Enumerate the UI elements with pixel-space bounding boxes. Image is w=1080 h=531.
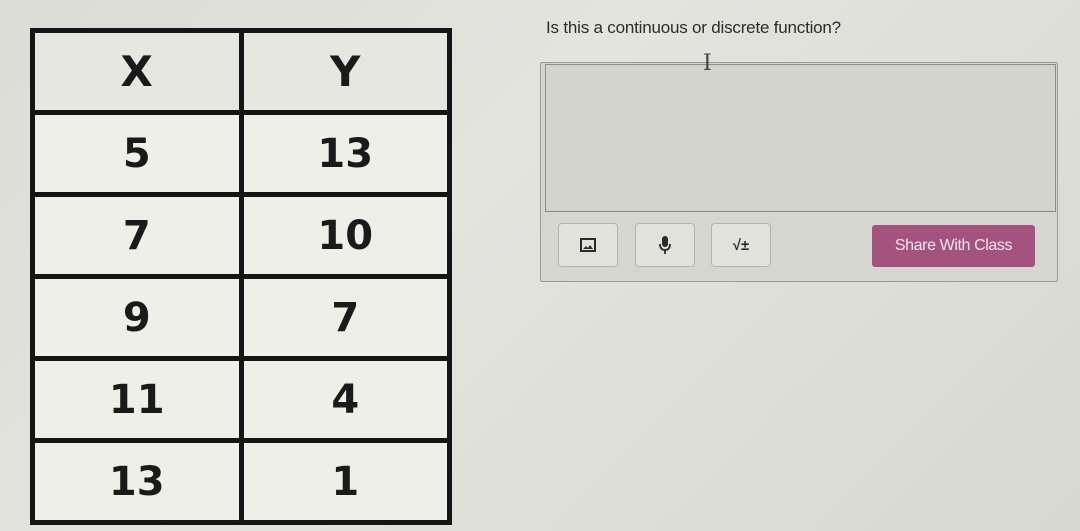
image-icon: [580, 238, 596, 252]
table-header-row: X Y: [30, 28, 452, 115]
cell-x: 9: [30, 274, 244, 361]
share-with-class-button[interactable]: Share With Class: [872, 225, 1035, 267]
table-row: 9 7: [30, 274, 452, 361]
microphone-icon: [659, 236, 671, 254]
cell-y: 13: [238, 110, 452, 197]
cell-x: 7: [30, 192, 244, 279]
cell-y: 7: [238, 274, 452, 361]
cell-y: 10: [238, 192, 452, 279]
math-icon: √±: [732, 236, 750, 254]
table-row: 5 13: [30, 110, 452, 197]
column-header-x: X: [30, 28, 244, 115]
record-audio-button[interactable]: [635, 223, 695, 267]
cell-y: 4: [238, 356, 452, 443]
question-prompt: Is this a continuous or discrete functio…: [546, 18, 841, 37]
cell-y: 1: [238, 438, 452, 525]
answer-panel: I √± Share With Class: [540, 51, 1058, 282]
cell-x: 11: [30, 356, 244, 443]
table-row: 11 4: [30, 356, 452, 443]
cell-x: 5: [30, 110, 244, 197]
page: X Y 5 13 7 10 9 7 11 4 13 1 Is this a co…: [0, 0, 1080, 531]
xy-table: X Y 5 13 7 10 9 7 11 4 13 1: [30, 28, 452, 525]
table-row: 13 1: [30, 438, 452, 525]
cell-x: 13: [30, 438, 244, 525]
column-header-y: Y: [238, 28, 452, 115]
table-row: 7 10: [30, 192, 452, 279]
math-equation-button[interactable]: √±: [711, 223, 771, 267]
insert-image-button[interactable]: [558, 223, 618, 267]
answer-input[interactable]: [545, 64, 1056, 212]
